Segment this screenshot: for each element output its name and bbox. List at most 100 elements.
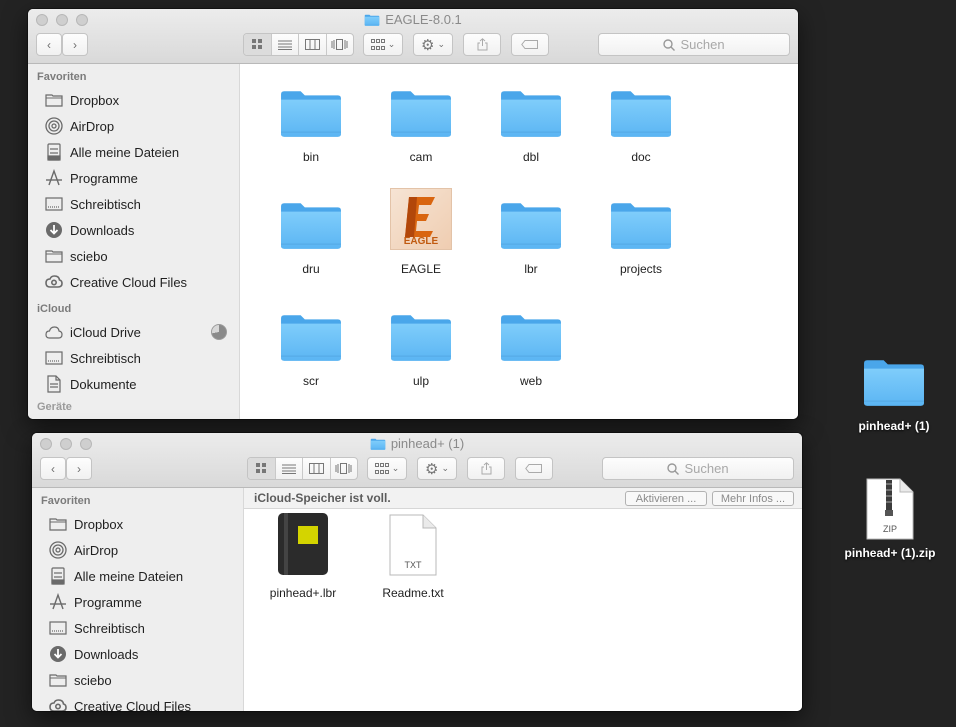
folder-icon — [280, 312, 342, 362]
desktop-zip-pinhead[interactable]: ZIP pinhead+ (1).zip — [830, 478, 950, 560]
chevron-left-icon: ‹ — [51, 461, 55, 476]
coverflow-view-button[interactable] — [327, 34, 354, 55]
icon-view-button[interactable] — [248, 458, 276, 479]
chevron-left-icon: ‹ — [47, 37, 51, 52]
list-view-button[interactable] — [272, 34, 299, 55]
arrange-button[interactable]: ⌄ — [363, 33, 403, 56]
desktop-folder-pinhead[interactable]: pinhead+ (1) — [834, 356, 954, 433]
forward-button[interactable]: › — [66, 457, 92, 480]
item-label: EAGLE — [400, 262, 442, 276]
more-info-button[interactable]: Mehr Infos ... — [712, 491, 794, 506]
forward-button[interactable]: › — [62, 33, 88, 56]
sidebar-item-desktop[interactable]: Schreibtisch — [32, 615, 243, 641]
sidebar-header-devices: Geräte — [37, 401, 72, 413]
desktop-icon — [45, 349, 63, 367]
sidebar-item-label: iCloud Drive — [70, 324, 141, 340]
sidebar-item-dropbox[interactable]: Dropbox — [28, 87, 239, 113]
folder-icon — [364, 14, 380, 26]
banner-text: iCloud-Speicher ist voll. — [254, 491, 391, 505]
folder-icon — [863, 356, 925, 408]
sidebar-header-icloud: iCloud — [37, 303, 72, 315]
arrange-icon — [374, 463, 389, 474]
sidebar-item-label: AirDrop — [74, 542, 119, 558]
file-browser: iCloud-Speicher ist voll. Aktivieren ...… — [244, 488, 802, 711]
item-label: Readme.txt — [382, 586, 444, 600]
arrange-button[interactable]: ⌄ — [367, 457, 407, 480]
sidebar-item-applications[interactable]: Programme — [32, 589, 243, 615]
coverflow-icon — [335, 463, 352, 474]
sidebar-item-creative-cloud[interactable]: Creative Cloud Files — [32, 693, 243, 711]
folder-item-dbl[interactable]: dbl — [481, 68, 581, 164]
grid-icon — [255, 463, 266, 473]
list-icon — [277, 40, 292, 50]
folder-item-lbr[interactable]: lbr — [481, 180, 581, 276]
column-view-button[interactable] — [303, 458, 331, 479]
all-files-icon — [49, 567, 67, 585]
gear-icon: ⚙ — [421, 36, 435, 54]
sidebar-item-desktop[interactable]: Schreibtisch — [28, 191, 239, 217]
folder-item-projects[interactable]: projects — [591, 180, 691, 276]
file-item-pinhead-lbr[interactable]: pinhead+.lbr — [253, 510, 353, 600]
app-item-eagle[interactable]: EAGLE EAGLE — [371, 180, 471, 276]
sidebar-item-downloads[interactable]: Downloads — [28, 217, 239, 243]
share-icon — [481, 462, 491, 475]
coverflow-icon — [331, 39, 348, 50]
coverflow-view-button[interactable] — [331, 458, 358, 479]
sidebar-item-downloads[interactable]: Downloads — [32, 641, 243, 667]
folder-item-bin[interactable]: bin — [261, 68, 361, 164]
item-label: lbr — [524, 262, 538, 276]
folder-item-cam[interactable]: cam — [371, 68, 471, 164]
activate-button[interactable]: Aktivieren ... — [625, 491, 707, 506]
folder-item-web[interactable]: web — [481, 292, 581, 388]
action-button[interactable]: ⚙ ⌄ — [413, 33, 453, 56]
action-button[interactable]: ⚙ ⌄ — [417, 457, 457, 480]
search-field[interactable]: Suchen — [602, 457, 794, 480]
search-icon — [667, 462, 680, 475]
tag-button[interactable] — [511, 33, 549, 56]
folder-item-scr[interactable]: scr — [261, 292, 361, 388]
folder-icon — [500, 200, 562, 250]
sidebar-item-label: sciebo — [74, 672, 112, 688]
back-button[interactable]: ‹ — [40, 457, 66, 480]
sidebar-item-dropbox[interactable]: Dropbox — [32, 511, 243, 537]
documents-icon — [45, 375, 63, 393]
list-view-button[interactable] — [276, 458, 303, 479]
column-view-button[interactable] — [299, 34, 327, 55]
chevron-down-icon: ⌄ — [387, 39, 396, 49]
folder-item-doc[interactable]: doc — [591, 68, 691, 164]
sidebar-item-label: Alle meine Dateien — [74, 568, 184, 584]
tag-button[interactable] — [515, 457, 553, 480]
share-button[interactable] — [467, 457, 505, 480]
folder-item-ulp[interactable]: ulp — [371, 292, 471, 388]
sidebar-item-all-files[interactable]: Alle meine Dateien — [28, 139, 239, 165]
folder-icon — [280, 200, 342, 250]
item-label: dru — [302, 262, 320, 276]
sidebar-item-sciebo[interactable]: sciebo — [28, 243, 239, 269]
sidebar-item-icloud-drive[interactable]: iCloud Drive — [28, 319, 239, 345]
sidebar: Favoriten Dropbox AirDrop Alle meine Dat… — [28, 64, 240, 419]
sidebar-item-label: Schreibtisch — [70, 350, 141, 366]
chevron-right-icon: › — [77, 461, 81, 476]
sidebar-item-creative-cloud[interactable]: Creative Cloud Files — [28, 269, 239, 295]
share-button[interactable] — [463, 33, 501, 56]
sidebar-item-documents[interactable]: Dokumente — [28, 371, 239, 397]
item-label: bin — [302, 150, 319, 164]
eagle-icon-label: EAGLE — [403, 236, 439, 247]
folder-icon — [390, 312, 452, 362]
sidebar-item-label: Dropbox — [74, 516, 124, 532]
sidebar-item-airdrop[interactable]: AirDrop — [28, 113, 239, 139]
folder-item-dru[interactable]: dru — [261, 180, 361, 276]
folder-icon — [610, 88, 672, 138]
search-field[interactable]: Suchen — [598, 33, 790, 56]
sidebar-item-applications[interactable]: Programme — [28, 165, 239, 191]
sidebar-item-sciebo[interactable]: sciebo — [32, 667, 243, 693]
file-item-readme[interactable]: TXT Readme.txt — [363, 510, 463, 600]
toolbar: ‹ › ⌄ ⚙ ⌄ Suchen — [36, 33, 790, 57]
back-button[interactable]: ‹ — [36, 33, 62, 56]
sidebar-item-icloud-desktop[interactable]: Schreibtisch — [28, 345, 239, 371]
sidebar-item-label: Creative Cloud Files — [70, 274, 188, 290]
sidebar-item-airdrop[interactable]: AirDrop — [32, 537, 243, 563]
sidebar-item-all-files[interactable]: Alle meine Dateien — [32, 563, 243, 589]
desktop-icon — [49, 619, 67, 637]
icon-view-button[interactable] — [244, 34, 272, 55]
